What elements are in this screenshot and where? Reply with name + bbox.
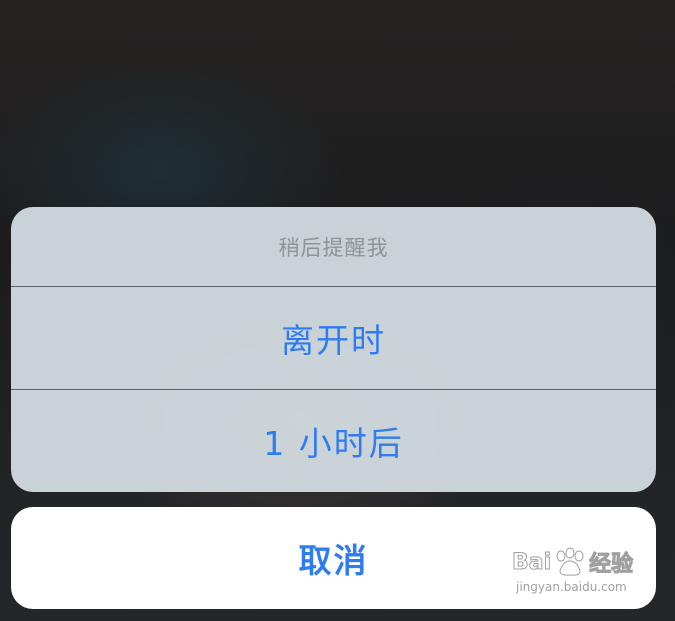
paw-icon — [556, 547, 584, 576]
watermark-brand-left: Bai — [511, 549, 552, 575]
leave-option-button[interactable]: 离开时 — [11, 287, 656, 389]
one-hour-later-option-button[interactable]: 1 小时后 — [11, 390, 656, 492]
action-sheet: 稍后提醒我 离开时 1 小时后 — [11, 207, 656, 492]
watermark-brand-right: 经验 — [589, 552, 634, 578]
watermark-url: jingyan.baidu.com — [516, 580, 627, 594]
baidu-jingyan-watermark: Bai 经验 jingyan.baidu.com — [511, 546, 662, 608]
watermark-logo: Bai 经验 — [511, 546, 662, 578]
action-sheet-title: 稍后提醒我 — [278, 235, 389, 260]
